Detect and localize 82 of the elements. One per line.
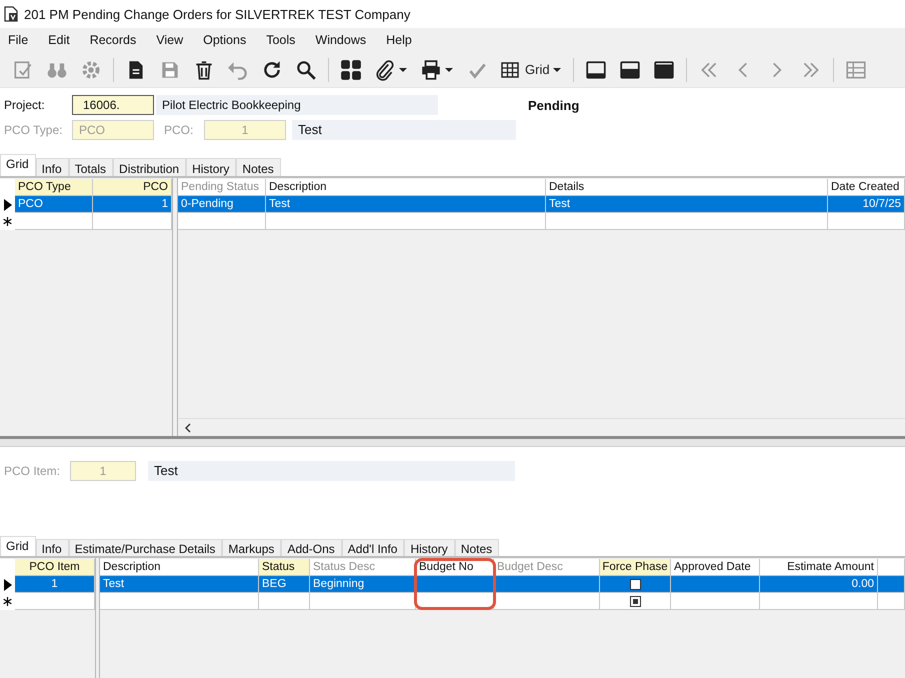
- new-row-icon: [3, 217, 12, 226]
- refresh-icon[interactable]: [261, 58, 283, 80]
- checkbox[interactable]: [630, 578, 640, 590]
- table-row[interactable]: [100, 593, 905, 610]
- table-cell: BEG: [259, 576, 310, 593]
- field-label: PCO Type:: [3, 123, 64, 137]
- description-field: Test: [148, 461, 515, 481]
- tab[interactable]: Notes: [454, 539, 500, 556]
- table-row[interactable]: [0, 593, 95, 610]
- table-cell: 0-Pending: [178, 196, 266, 213]
- field-label: PCO:: [164, 123, 194, 137]
- printer-icon[interactable]: [420, 58, 442, 80]
- search-icon[interactable]: [295, 58, 317, 80]
- tab[interactable]: History: [404, 539, 455, 556]
- tab[interactable]: Totals: [68, 158, 114, 176]
- menu-item[interactable]: Windows: [315, 31, 378, 49]
- column-header[interactable]: Approved Date: [671, 559, 760, 576]
- layout-icon[interactable]: [652, 58, 675, 80]
- table-cell: PCO: [15, 196, 93, 213]
- column-header[interactable]: PCO: [93, 179, 172, 196]
- table-cell: 1: [15, 576, 95, 593]
- table-cell: 0.00: [760, 576, 878, 593]
- field-label: PCO Item:: [3, 464, 62, 478]
- current-row-icon: [4, 198, 12, 210]
- layout-icon[interactable]: [584, 58, 607, 80]
- table-cell: Test: [266, 196, 546, 213]
- tab[interactable]: Estimate/Purchase Details: [68, 539, 222, 556]
- table-cell: 1: [93, 196, 172, 213]
- menu-item[interactable]: Records: [90, 31, 148, 49]
- table-icon: [500, 60, 520, 80]
- menu-item[interactable]: Edit: [48, 31, 81, 49]
- tab[interactable]: Grid: [0, 154, 36, 176]
- column-header[interactable]: Description: [266, 179, 546, 196]
- table-row[interactable]: [0, 213, 172, 230]
- caret-icon[interactable]: [398, 66, 408, 72]
- column-header[interactable]: Estimate Amount: [760, 559, 878, 576]
- table-cell: Beginning: [310, 576, 416, 593]
- project-field[interactable]: 16006.: [72, 95, 154, 115]
- tab[interactable]: Distribution: [113, 158, 186, 176]
- description-field: Test: [292, 120, 516, 140]
- table-row[interactable]: 0-Pending Test Test 10/7/25: [178, 196, 905, 213]
- table-row[interactable]: Test BEG Beginning 0.00: [100, 576, 905, 593]
- window-title: 201 PM Pending Change Orders for SILVERTREK TEST Company: [24, 6, 410, 22]
- view-button[interactable]: Grid: [494, 56, 556, 82]
- tab[interactable]: Notes: [236, 158, 281, 176]
- menu-item[interactable]: Help: [386, 31, 423, 49]
- tab[interactable]: History: [186, 158, 236, 176]
- column-header[interactable]: Force Phase: [600, 559, 671, 576]
- caret-icon[interactable]: [552, 66, 562, 72]
- splitter[interactable]: [172, 178, 178, 436]
- tab[interactable]: Markups: [222, 539, 282, 556]
- column-header[interactable]: PCO Item: [15, 559, 95, 576]
- tab[interactable]: Info: [36, 539, 69, 556]
- column-header[interactable]: Status: [259, 559, 310, 576]
- menu-item[interactable]: File: [8, 31, 40, 49]
- paperclip-icon[interactable]: [374, 58, 396, 80]
- tab[interactable]: Add'l Info: [342, 539, 404, 556]
- tab[interactable]: Grid: [0, 536, 36, 556]
- description-field: Pilot Electric Bookkeeping: [156, 95, 438, 115]
- table-cell: Test: [100, 576, 259, 593]
- menu-item[interactable]: View: [156, 31, 194, 49]
- caret-icon[interactable]: [444, 66, 454, 72]
- column-header[interactable]: Date Created: [828, 179, 905, 196]
- tab[interactable]: Add-Ons: [281, 539, 342, 556]
- status-text: Pending: [528, 98, 580, 112]
- calculator-icon[interactable]: [340, 58, 362, 80]
- new-row-icon: [3, 597, 12, 606]
- checkbox[interactable]: [630, 596, 640, 606]
- column-header[interactable]: PCO Type: [15, 179, 93, 196]
- scroll-left-icon[interactable]: [184, 422, 192, 432]
- field-label: Project:: [3, 98, 46, 112]
- layout-icon[interactable]: [618, 58, 641, 80]
- table-cell: 10/7/25: [828, 196, 905, 213]
- menu-item[interactable]: Tools: [266, 31, 306, 49]
- tab[interactable]: Info: [36, 158, 69, 176]
- current-row-icon: [4, 578, 12, 590]
- app-icon: [4, 6, 18, 22]
- column-header[interactable]: Details: [546, 179, 828, 196]
- menu-item[interactable]: Options: [203, 31, 258, 49]
- column-header[interactable]: Description: [100, 559, 259, 576]
- table-cell: Test: [546, 196, 828, 213]
- table-row[interactable]: [178, 213, 905, 230]
